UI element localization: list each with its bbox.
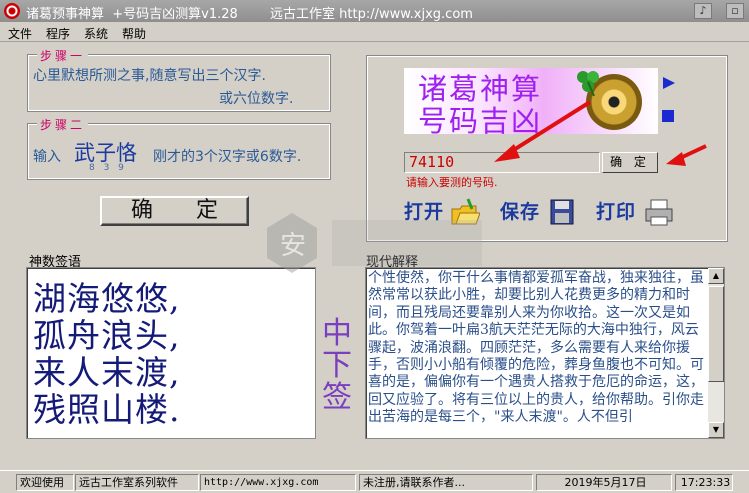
window-title: 诸葛预事神算 +号码吉凶测算v1.28 bbox=[26, 7, 238, 22]
stop-icon[interactable] bbox=[662, 110, 674, 122]
poem-box: 湖海悠悠, 孤舟浪头, 来人末渡, 残照山楼. bbox=[26, 267, 316, 439]
number-confirm-button[interactable]: 确 定 bbox=[602, 152, 658, 173]
print-label: 打印 bbox=[596, 201, 637, 223]
step1-line2: 或六位数字. bbox=[219, 91, 294, 107]
clover-icon bbox=[577, 71, 599, 96]
step1-title: 步骤一 bbox=[37, 47, 89, 64]
poem-line: 残照山楼. bbox=[33, 390, 181, 429]
step2-suffix: 刚才的3个汉字或6数字. bbox=[153, 149, 302, 165]
status-registration: 未注册,请联系作者... bbox=[359, 474, 533, 491]
modern-explanation-text: 个性使然，你干什么事情都爱孤军奋战，独来独往，虽然常常以获此小胜，却要比别人花费… bbox=[368, 270, 704, 426]
app-window: 诸葛预事神算 +号码吉凶测算v1.28 远古工作室 http://www.xjx… bbox=[0, 0, 749, 493]
menu-program[interactable]: 程序 bbox=[46, 25, 70, 42]
folder-icon bbox=[451, 198, 480, 225]
number-hint: 请输入要测的号码. bbox=[406, 176, 498, 189]
logo-line2: 号码吉凶 bbox=[418, 104, 543, 134]
print-button[interactable]: 打印 bbox=[596, 197, 673, 227]
confirm-button[interactable]: 确 定 bbox=[100, 196, 249, 226]
menu-system[interactable]: 系统 bbox=[84, 25, 108, 42]
close-icon[interactable]: ▫ bbox=[726, 3, 744, 19]
minimize-icon[interactable]: ♪ bbox=[694, 3, 712, 19]
modern-explanation-box[interactable]: 个性使然，你干什么事情都爱孤军奋战，独来独往，虽然常常以获此小胜，却要比别人花费… bbox=[365, 267, 725, 439]
step2-title: 步骤二 bbox=[37, 116, 89, 133]
title-bar: 诸葛预事神算 +号码吉凶测算v1.28 远古工作室 http://www.xjx… bbox=[0, 0, 749, 22]
status-url: http://www.xjxg.com bbox=[200, 474, 356, 491]
scroll-down-icon[interactable]: ▼ bbox=[708, 422, 724, 438]
status-brand: 远古工作室系列软件 bbox=[75, 474, 199, 491]
status-time: 17:23:33 bbox=[675, 474, 733, 491]
step2-group: 步骤二 输入 武子恪 8 3 9 刚才的3个汉字或6数字. bbox=[27, 116, 331, 180]
scroll-thumb[interactable] bbox=[708, 286, 724, 382]
svg-text:安: 安 bbox=[280, 231, 306, 261]
menu-help[interactable]: 帮助 bbox=[122, 25, 146, 42]
step2-prefix: 输入 bbox=[33, 149, 61, 165]
status-date: 2019年5月17日 bbox=[536, 474, 672, 491]
step1-line1: 心里默想所测之事,随意写出三个汉字. bbox=[33, 68, 266, 84]
step1-group: 步骤一 心里默想所测之事,随意写出三个汉字. 或六位数字. bbox=[27, 47, 331, 112]
open-label: 打开 bbox=[404, 201, 445, 223]
menu-bar: 文件 程序 系统 帮助 bbox=[0, 22, 749, 42]
status-bar: 欢迎使用 远古工作室系列软件 http://www.xjxg.com 未注册,请… bbox=[0, 470, 749, 493]
printer-icon bbox=[645, 199, 673, 226]
rank-char: 签 bbox=[322, 380, 352, 415]
save-button[interactable]: 保存 bbox=[500, 197, 574, 227]
play-icon[interactable] bbox=[662, 76, 676, 90]
save-label: 保存 bbox=[500, 201, 541, 223]
disk-icon bbox=[550, 199, 574, 225]
app-icon bbox=[4, 3, 20, 19]
vertical-scrollbar[interactable]: ▲ ▼ bbox=[708, 268, 724, 438]
scroll-up-icon[interactable]: ▲ bbox=[708, 268, 724, 284]
status-welcome: 欢迎使用 bbox=[16, 474, 74, 491]
open-button[interactable]: 打开 bbox=[404, 197, 480, 227]
menu-file[interactable]: 文件 bbox=[8, 25, 32, 42]
step2-strokes: 8 3 9 bbox=[89, 163, 127, 173]
number-input[interactable]: 74110 bbox=[404, 152, 600, 173]
window-subtitle: 远古工作室 http://www.xjxg.com bbox=[270, 7, 473, 22]
